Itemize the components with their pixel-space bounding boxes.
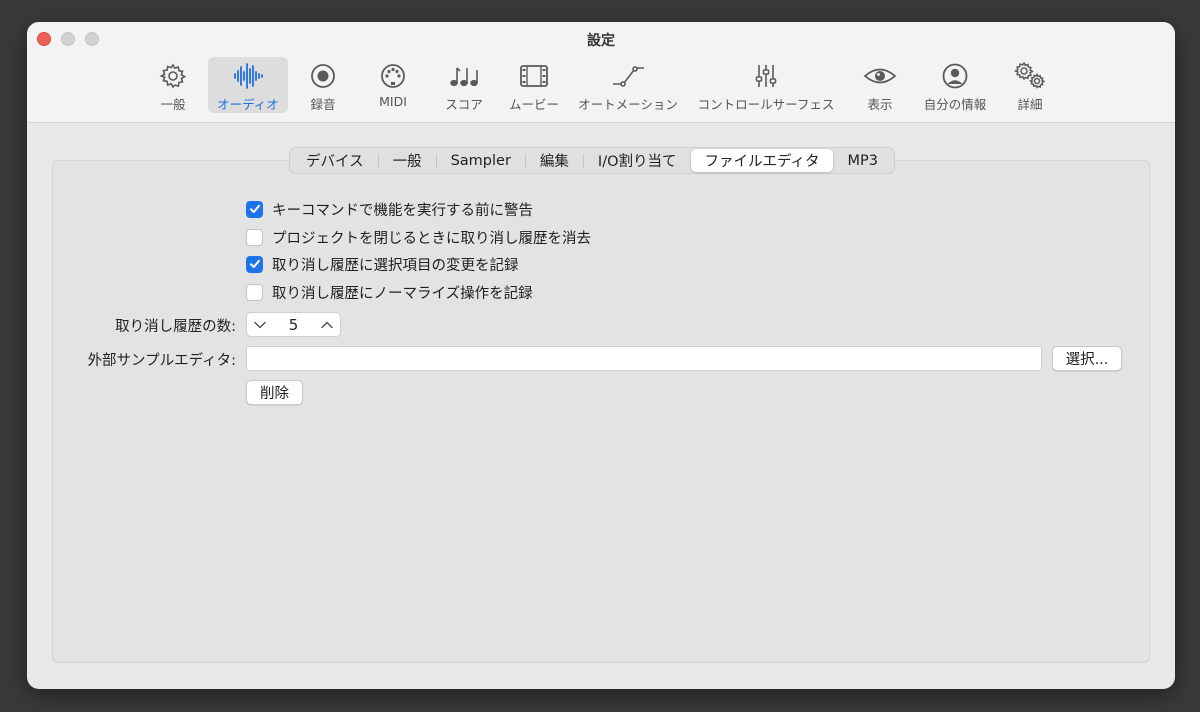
- midi-connector-icon: [379, 60, 407, 92]
- toolbar-item-automation[interactable]: オートメーション: [573, 57, 683, 113]
- record-icon: [309, 60, 337, 92]
- tab-general[interactable]: 一般: [379, 149, 436, 172]
- option-warn-key-commands[interactable]: キーコマンドで機能を実行する前に警告: [246, 199, 533, 219]
- toolbar-item-label: 詳細: [1017, 97, 1043, 112]
- toolbar-item-label: スコア: [445, 97, 483, 112]
- music-notes-icon: [448, 60, 480, 92]
- toolbar-item-advanced[interactable]: 詳細: [1002, 57, 1058, 113]
- undo-count-value: 5: [288, 315, 299, 334]
- audio-tabs: デバイス 一般 Sampler 編集 I/O割り当て ファイルエディタ MP3: [289, 147, 895, 174]
- tab-mp3[interactable]: MP3: [833, 149, 891, 172]
- tab-file-editor[interactable]: ファイルエディタ: [690, 149, 834, 172]
- option-record-selection-changes[interactable]: 取り消し履歴に選択項目の変更を記録: [246, 254, 519, 274]
- option-label: キーコマンドで機能を実行する前に警告: [272, 202, 533, 219]
- choose-button[interactable]: 選択...: [1052, 346, 1122, 371]
- toolbar-item-audio[interactable]: オーディオ: [208, 57, 288, 113]
- external-editor-label: 外部サンプルエディタ:: [87, 353, 236, 369]
- window-title: 設定: [587, 33, 615, 49]
- settings-panel: [52, 160, 1150, 663]
- toolbar-item-label: 表示: [867, 97, 893, 112]
- eye-icon: [863, 60, 897, 92]
- settings-window: 設定 一般 オーディオ 録音 MIDI スコア ムービー オートメーション コン…: [27, 22, 1175, 689]
- titlebar: 設定 一般 オーディオ 録音 MIDI スコア ムービー オートメーション コン…: [27, 22, 1175, 123]
- option-clear-undo-on-close[interactable]: プロジェクトを閉じるときに取り消し履歴を消去: [246, 227, 591, 247]
- checkbox-unchecked[interactable]: [246, 228, 263, 246]
- preferences-toolbar: 一般 オーディオ 録音 MIDI スコア ムービー オートメーション コントロー…: [27, 57, 1175, 113]
- toolbar-item-movie[interactable]: ムービー: [501, 57, 567, 113]
- automation-icon: [610, 60, 646, 92]
- tab-edit[interactable]: 編集: [526, 149, 583, 172]
- toolbar-item-midi[interactable]: MIDI: [365, 57, 421, 113]
- toolbar-item-label: 録音: [310, 97, 336, 112]
- chevron-down-icon[interactable]: [253, 315, 267, 334]
- option-record-normalize[interactable]: 取り消し履歴にノーマライズ操作を記録: [246, 282, 533, 302]
- option-label: 取り消し履歴に選択項目の変更を記録: [272, 257, 519, 274]
- waveform-icon: [232, 60, 264, 92]
- checkbox-checked[interactable]: [246, 255, 263, 273]
- sliders-icon: [752, 60, 780, 92]
- toolbar-item-label: MIDI: [379, 94, 407, 109]
- chevron-up-icon[interactable]: [320, 315, 334, 334]
- toolbar-item-control-surfaces[interactable]: コントロールサーフェス: [694, 57, 838, 113]
- toolbar-item-label: 自分の情報: [923, 97, 987, 112]
- toolbar-item-label: オーディオ: [217, 97, 279, 112]
- toolbar-item-label: コントロールサーフェス: [697, 97, 835, 112]
- checkbox-unchecked[interactable]: [246, 283, 263, 301]
- person-icon: [941, 60, 969, 92]
- toolbar-item-label: ムービー: [508, 97, 559, 112]
- delete-button[interactable]: 削除: [246, 380, 303, 405]
- tab-sampler[interactable]: Sampler: [437, 149, 525, 172]
- external-editor-field[interactable]: [246, 346, 1042, 371]
- toolbar-item-my-info[interactable]: 自分の情報: [919, 57, 991, 113]
- toolbar-item-record[interactable]: 録音: [295, 57, 351, 113]
- toolbar-item-display[interactable]: 表示: [852, 57, 908, 113]
- gears-icon: [1013, 60, 1047, 92]
- film-icon: [518, 60, 550, 92]
- toolbar-item-label: 一般: [160, 97, 186, 112]
- tab-devices[interactable]: デバイス: [292, 149, 378, 172]
- undo-count-stepper[interactable]: 5: [246, 312, 341, 337]
- option-label: プロジェクトを閉じるときに取り消し履歴を消去: [272, 230, 591, 247]
- gear-icon: [159, 60, 187, 92]
- option-label: 取り消し履歴にノーマライズ操作を記録: [272, 285, 533, 302]
- toolbar-item-label: オートメーション: [578, 97, 678, 112]
- tab-io-assignments[interactable]: I/O割り当て: [584, 149, 691, 172]
- checkbox-checked[interactable]: [246, 200, 263, 218]
- toolbar-item-general[interactable]: 一般: [145, 57, 201, 113]
- toolbar-item-score[interactable]: スコア: [434, 57, 494, 113]
- undo-count-label: 取り消し履歴の数:: [115, 319, 236, 335]
